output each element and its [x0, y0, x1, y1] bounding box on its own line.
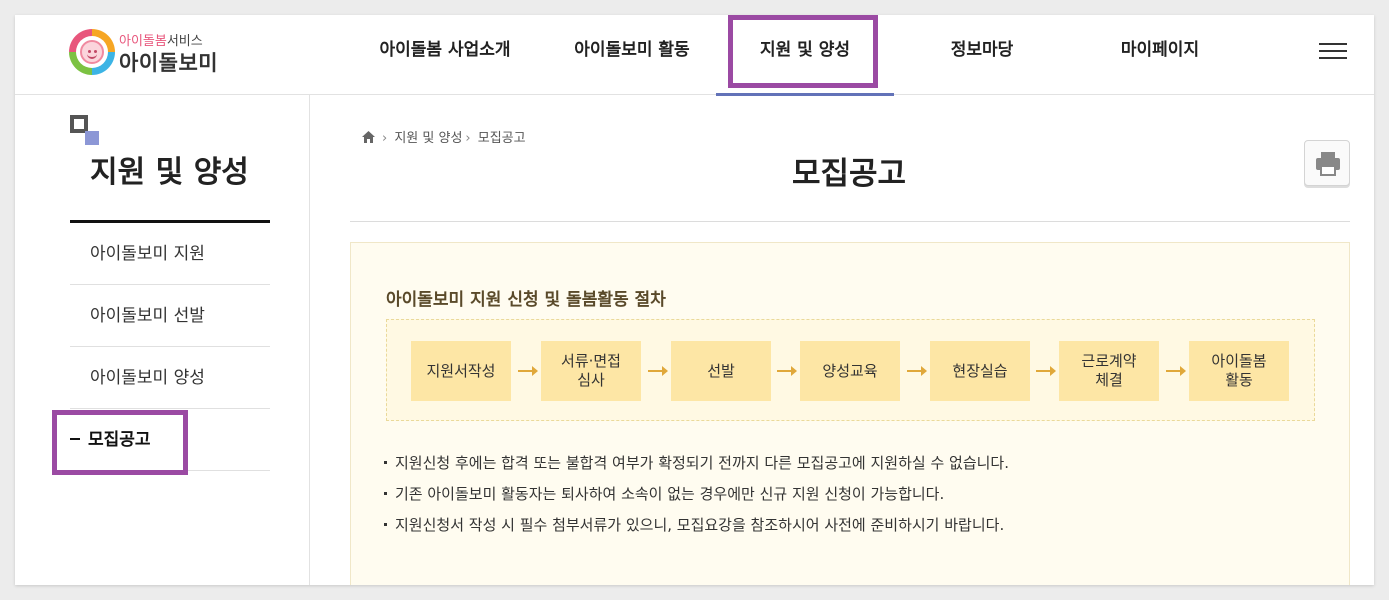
print-button[interactable] — [1304, 140, 1350, 186]
notice-list: 지원신청 후에는 합격 또는 불합격 여부가 확정되기 전까지 다른 모집공고에… — [384, 448, 1009, 541]
step-3: 선발 — [671, 341, 771, 401]
sidebar-item-training[interactable]: 아이돌보미 양성 — [70, 347, 270, 409]
step-1: 지원서작성 — [411, 341, 511, 401]
printer-icon — [1316, 152, 1340, 176]
procedure-box: 아이돌보미 지원 신청 및 돌봄활동 절차 지원서작성 서류·면접 심사 선발 양… — [350, 242, 1350, 585]
arrow-right-icon — [518, 366, 538, 376]
step-7: 아이돌봄 활동 — [1189, 341, 1289, 401]
list-item: 기존 아이돌보미 활동자는 퇴사하여 소속이 없는 경우에만 신규 지원 신청이… — [384, 479, 1009, 510]
breadcrumb-item[interactable]: 지원 및 양성 — [394, 131, 462, 146]
step-5: 현장실습 — [930, 341, 1030, 401]
gnb-item-activity[interactable]: 아이돌보미 활동 — [552, 15, 712, 95]
gnb-item-intro[interactable]: 아이돌봄 사업소개 — [365, 15, 525, 95]
divider — [350, 221, 1350, 222]
arrow-right-icon — [907, 366, 927, 376]
breadcrumb-item: 모집공고 — [477, 131, 526, 146]
sidebar-title: 지원 및 양성 — [90, 155, 249, 190]
sidebar: 지원 및 양성 아이돌보미 지원 아이돌보미 선발 아이돌보미 양성 모집공고 — [15, 95, 310, 585]
sidebar-item-apply[interactable]: 아이돌보미 지원 — [70, 223, 270, 285]
sidebar-item-selection[interactable]: 아이돌보미 선발 — [70, 285, 270, 347]
logo-title: 아이돌보미 — [119, 51, 219, 75]
breadcrumb: › 지원 및 양성 › 모집공고 — [362, 127, 526, 147]
header: 아이돌봄서비스 아이돌보미 아이돌봄 사업소개 아이돌보미 활동 지원 및 양성… — [15, 15, 1374, 96]
highlight-box — [52, 410, 188, 475]
gnb-item-info[interactable]: 정보마당 — [902, 15, 1062, 95]
procedure-flow: 지원서작성 서류·면접 심사 선발 양성교육 현장실습 근로계약 체결 아이돌봄 활동 — [386, 319, 1315, 421]
gnb-item-support[interactable]: 지원 및 양성 — [716, 15, 894, 96]
logo-icon — [69, 29, 115, 75]
list-item: 지원신청 후에는 합격 또는 불합격 여부가 확정되기 전까지 다른 모집공고에… — [384, 448, 1009, 479]
chevron-right-icon: › — [382, 131, 388, 146]
page-title: 모집공고 — [791, 156, 907, 192]
step-4: 양성교육 — [800, 341, 900, 401]
arrow-right-icon — [648, 366, 668, 376]
page: 아이돌봄서비스 아이돌보미 아이돌봄 사업소개 아이돌보미 활동 지원 및 양성… — [15, 15, 1374, 585]
chevron-right-icon: › — [465, 131, 471, 146]
logo[interactable]: 아이돌봄서비스 아이돌보미 — [69, 27, 229, 79]
hamburger-menu-icon[interactable] — [1319, 43, 1349, 63]
square-accent-icon — [85, 131, 99, 145]
procedure-title: 아이돌보미 지원 신청 및 돌봄활동 절차 — [386, 290, 666, 310]
arrow-right-icon — [1166, 366, 1186, 376]
gnb-item-mypage[interactable]: 마이페이지 — [1080, 15, 1240, 95]
home-icon[interactable] — [362, 131, 375, 147]
main-content: › 지원 및 양성 › 모집공고 모집공고 아이돌보미 지원 신청 및 돌봄활동 … — [310, 95, 1374, 585]
step-2: 서류·면접 심사 — [541, 341, 641, 401]
arrow-right-icon — [1036, 366, 1056, 376]
arrow-right-icon — [777, 366, 797, 376]
list-item: 지원신청서 작성 시 필수 첨부서류가 있으니, 모집요강을 참조하시어 사전에… — [384, 510, 1009, 541]
step-6: 근로계약 체결 — [1059, 341, 1159, 401]
